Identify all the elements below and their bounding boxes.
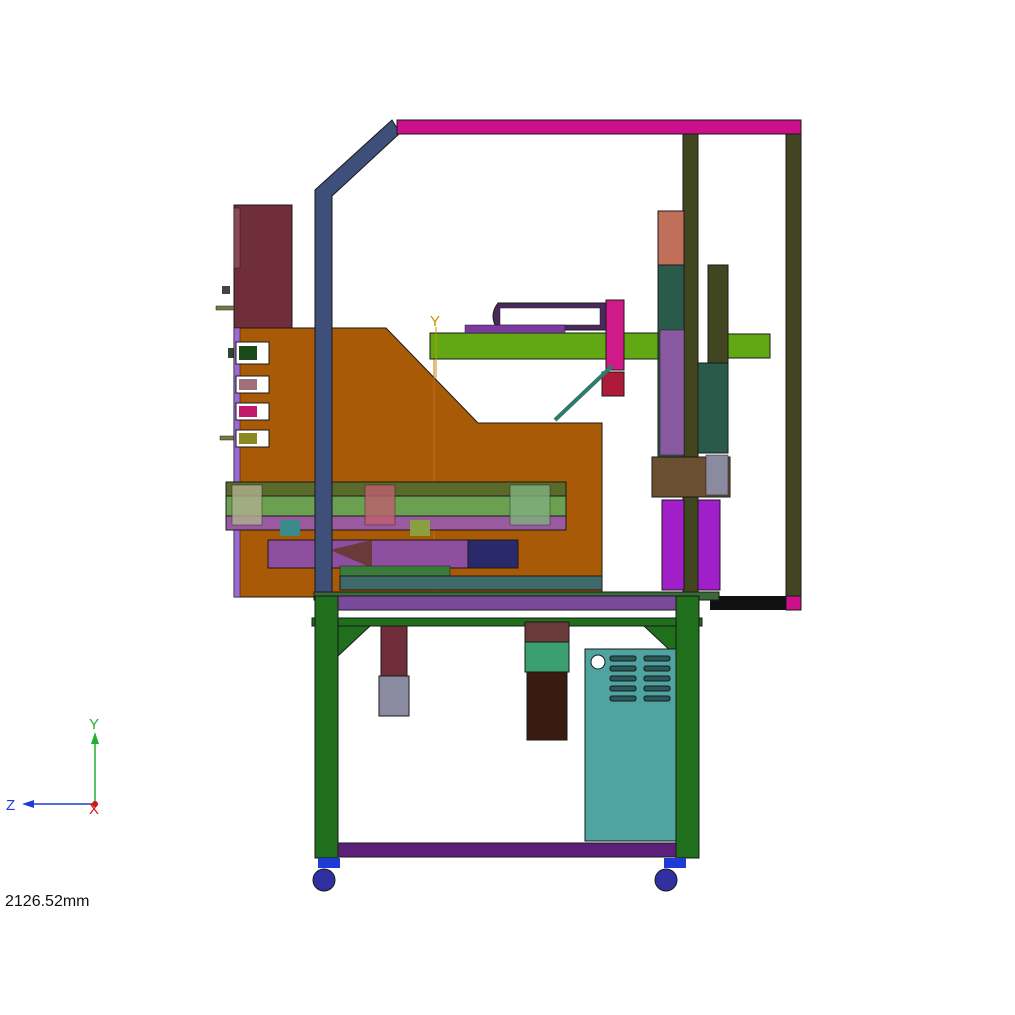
- side-connectors: [215, 286, 236, 441]
- origin-y-label: Y: [430, 313, 440, 330]
- under-table-motors: [378, 621, 570, 741]
- triad-x-label: X: [89, 801, 99, 818]
- triad-z-label: Z: [6, 797, 15, 814]
- triad-y-label: Y: [89, 716, 99, 733]
- casters: [312, 858, 686, 892]
- scale-readout: 2126.52mm: [5, 893, 90, 910]
- cad-viewport[interactable]: Y Y Z X: [0, 0, 1015, 1015]
- tabletop: [311, 591, 720, 627]
- control-box: [233, 204, 293, 330]
- z-arrow-icon: [22, 800, 34, 808]
- coordinate-triad: Y Z X: [6, 716, 99, 818]
- electrical-cabinet: [584, 648, 677, 842]
- y-arrow-icon: [91, 732, 99, 744]
